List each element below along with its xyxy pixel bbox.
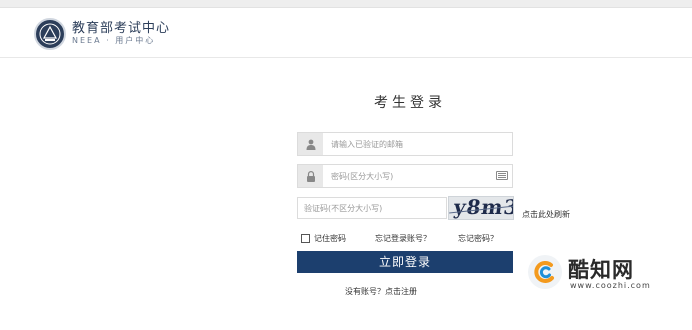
browser-top-strip — [0, 0, 692, 8]
remember-password[interactable]: 记住密码 — [301, 233, 346, 244]
remember-checkbox[interactable] — [301, 234, 310, 243]
lock-icon — [298, 165, 323, 187]
keyboard-icon[interactable] — [496, 171, 508, 180]
password-input[interactable] — [331, 165, 491, 187]
captcha-text: y8m3 — [452, 196, 514, 219]
watermark-title: 酷知网 — [568, 258, 634, 282]
captcha-image[interactable]: y8m3 — [448, 196, 514, 220]
site-header: 教育部考试中心 NEEA · 用户中心 — [0, 8, 692, 58]
captcha-field — [297, 197, 447, 219]
username-field — [297, 132, 513, 156]
site-subtitle: NEEA · 用户中心 — [72, 36, 156, 45]
register-link[interactable]: 没有账号？点击注册 — [345, 286, 417, 297]
user-icon — [298, 133, 323, 155]
login-heading: 考生登录 — [374, 95, 446, 111]
remember-label: 记住密码 — [314, 234, 346, 243]
watermark-url: www.coozhi.com — [570, 281, 651, 290]
email-input[interactable] — [331, 133, 509, 155]
neea-logo-icon — [34, 18, 66, 50]
refresh-captcha-link[interactable]: 点击此处刷新 — [522, 209, 570, 220]
coozhi-logo-icon — [528, 255, 562, 289]
coozhi-watermark: 酷知网 www.coozhi.com — [516, 247, 684, 299]
forgot-account-link[interactable]: 忘记登录账号？ — [375, 233, 431, 244]
captcha-input[interactable] — [304, 198, 442, 218]
login-button[interactable]: 立即登录 — [297, 251, 513, 273]
forgot-password-link[interactable]: 忘记密码？ — [458, 233, 498, 244]
password-field — [297, 164, 513, 188]
site-title: 教育部考试中心 — [72, 21, 171, 36]
